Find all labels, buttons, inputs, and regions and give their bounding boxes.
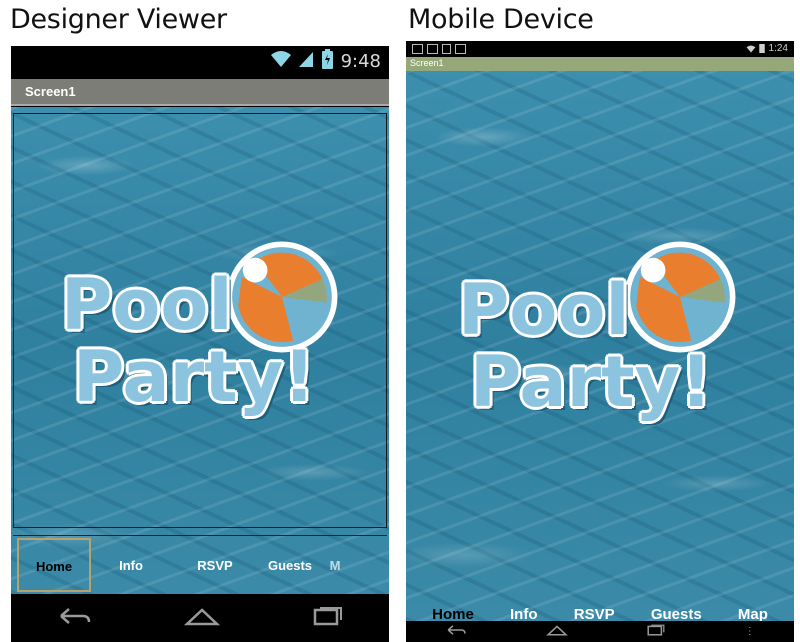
home-icon[interactable] xyxy=(183,606,221,631)
logo-text-pool: Pool xyxy=(458,269,630,351)
status-time: 9:48 xyxy=(340,51,381,72)
designer-viewer-caption: Designer Viewer xyxy=(10,4,227,35)
back-icon[interactable] xyxy=(445,623,467,641)
recents-icon[interactable] xyxy=(646,623,666,641)
back-icon[interactable] xyxy=(57,606,91,631)
mobile-phone: 1:24 Screen1 Pool Party! Home Info RSVP … xyxy=(406,41,794,642)
mobile-device-caption: Mobile Device xyxy=(408,4,594,35)
background-image: Pool Party! Home Info RSVP Guests Map xyxy=(406,71,794,621)
nav-bar xyxy=(11,594,389,642)
signal-icon xyxy=(298,50,314,73)
tab-bar-labels: Home Info RSVP Guests Map xyxy=(406,601,794,622)
notification-icon xyxy=(412,44,466,54)
tab-bar: Home Info RSVP Guests M xyxy=(13,535,387,594)
logo-text-pool: Pool xyxy=(61,264,233,346)
tab-guests[interactable]: Guests xyxy=(259,558,321,573)
status-bar: 9:48 xyxy=(11,46,389,77)
recents-icon[interactable] xyxy=(313,606,343,631)
designer-phone: 9:48 Screen1 Pool Party! Home Info RSVP … xyxy=(11,46,389,642)
wifi-icon xyxy=(746,41,756,58)
overflow-menu-icon[interactable]: ⋮ xyxy=(745,626,755,637)
screen-title-bar: Screen1 xyxy=(11,79,389,106)
home-icon[interactable] xyxy=(545,623,568,641)
logo-text-party: Party! xyxy=(73,336,316,418)
tab-map-partial[interactable]: M xyxy=(321,558,349,573)
background-image: Pool Party! Home Info RSVP Guests M xyxy=(11,107,389,594)
status-bar: 1:24 xyxy=(406,41,794,56)
wifi-icon xyxy=(270,50,292,73)
screen-title-bar: Screen1 xyxy=(406,57,794,71)
battery-icon xyxy=(321,49,333,74)
tab-info[interactable]: Info xyxy=(510,606,538,622)
tab-info[interactable]: Info xyxy=(91,558,171,573)
tab-rsvp[interactable]: RSVP xyxy=(171,558,259,573)
screen-title: Screen1 xyxy=(25,84,76,99)
battery-icon xyxy=(758,41,765,58)
tab-rsvp[interactable]: RSVP xyxy=(574,606,615,622)
tab-guests[interactable]: Guests xyxy=(651,606,702,622)
status-time: 1:24 xyxy=(768,43,788,54)
screen-title: Screen1 xyxy=(410,58,444,68)
tab-map[interactable]: Map xyxy=(738,606,768,622)
tab-home[interactable]: Home xyxy=(17,538,91,592)
nav-bar: ⋮ xyxy=(406,621,794,642)
logo-text-party: Party! xyxy=(470,341,713,423)
beach-ball-icon xyxy=(624,241,736,353)
tab-home[interactable]: Home xyxy=(432,606,474,622)
